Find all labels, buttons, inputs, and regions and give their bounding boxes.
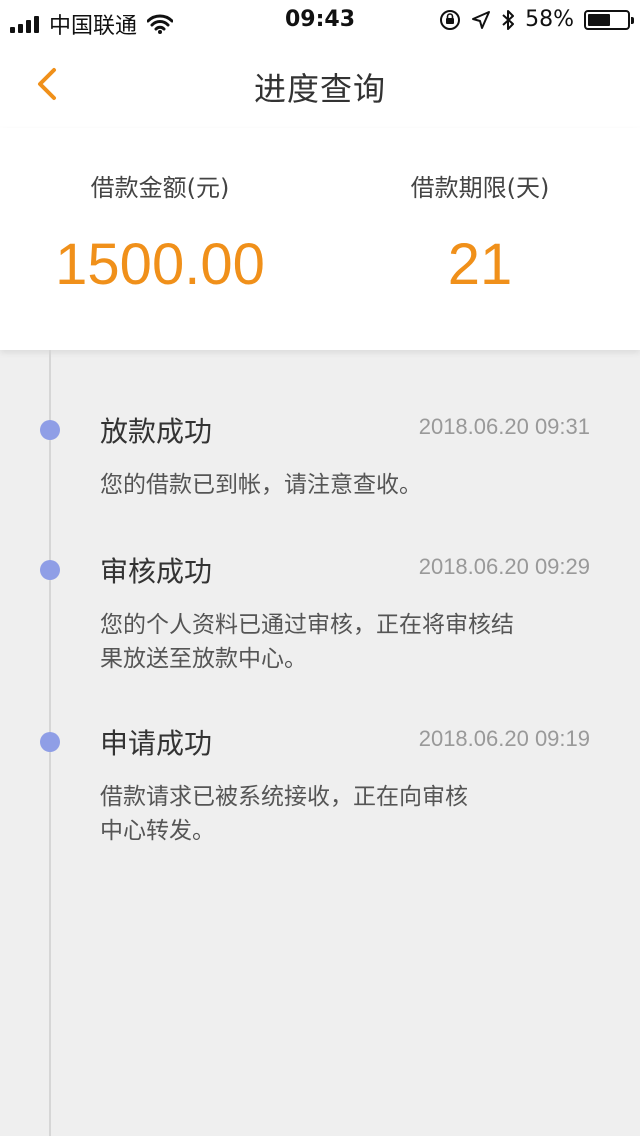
loan-amount-value: 1500.00 [55, 232, 265, 297]
loan-summary-card: 借款金额(元) 1500.00 借款期限(天) 21 [0, 128, 640, 350]
location-icon [472, 10, 491, 29]
timeline-item-time: 2018.06.20 09:31 [418, 414, 590, 439]
timeline-dot [40, 732, 60, 752]
timeline-item-title: 审核成功 [100, 555, 213, 588]
loan-term-section: 借款期限(天) 21 [320, 168, 640, 298]
timeline-item-desc-line: 借款请求已被系统接收，正在向审核 [100, 784, 468, 810]
battery-level [588, 13, 611, 26]
battery-icon [584, 9, 634, 30]
timeline-item-desc-line: 您的个人资料已通过审核，正在将审核结 [100, 612, 514, 638]
loan-term-value: 21 [447, 232, 513, 297]
timeline-item-desc-line: 果放送至放款中心。 [100, 646, 307, 672]
status-right: 58% [439, 7, 634, 32]
timeline-item-time: 2018.06.20 09:29 [418, 554, 590, 579]
orientation-lock-icon [440, 9, 461, 30]
timeline-item-time: 2018.06.20 09:19 [418, 726, 590, 751]
battery-percent: 58% [525, 7, 574, 32]
loan-amount-label: 借款金额(元) [90, 174, 230, 202]
timeline-item-desc-line: 中心转发。 [100, 818, 215, 844]
timeline-dot [40, 420, 60, 440]
bluetooth-icon [502, 9, 515, 30]
timeline-item-desc: 借款请求已被系统接收，正在向审核 中心转发。 [100, 780, 468, 848]
nav-header: 进度查询 [0, 40, 640, 128]
timeline-item-title: 放款成功 [100, 415, 213, 448]
loan-amount-section: 借款金额(元) 1500.00 [0, 168, 320, 298]
page-title: 进度查询 [253, 70, 386, 108]
timeline-item-desc-line: 您的借款已到帐，请注意查收。 [100, 472, 422, 498]
status-bar: 中国联通 09:43 58% [0, 0, 640, 40]
loan-term-label: 借款期限(天) [410, 174, 550, 202]
timeline-dot [40, 560, 60, 580]
timeline-item-desc: 您的借款已到帐，请注意查收。 [100, 468, 422, 502]
timeline-item-desc: 您的个人资料已通过审核，正在将审核结 果放送至放款中心。 [100, 608, 514, 676]
timeline-item-title: 申请成功 [100, 727, 213, 760]
progress-timeline: 放款成功 2018.06.20 09:31 您的借款已到帐，请注意查收。 审核成… [0, 350, 640, 1136]
